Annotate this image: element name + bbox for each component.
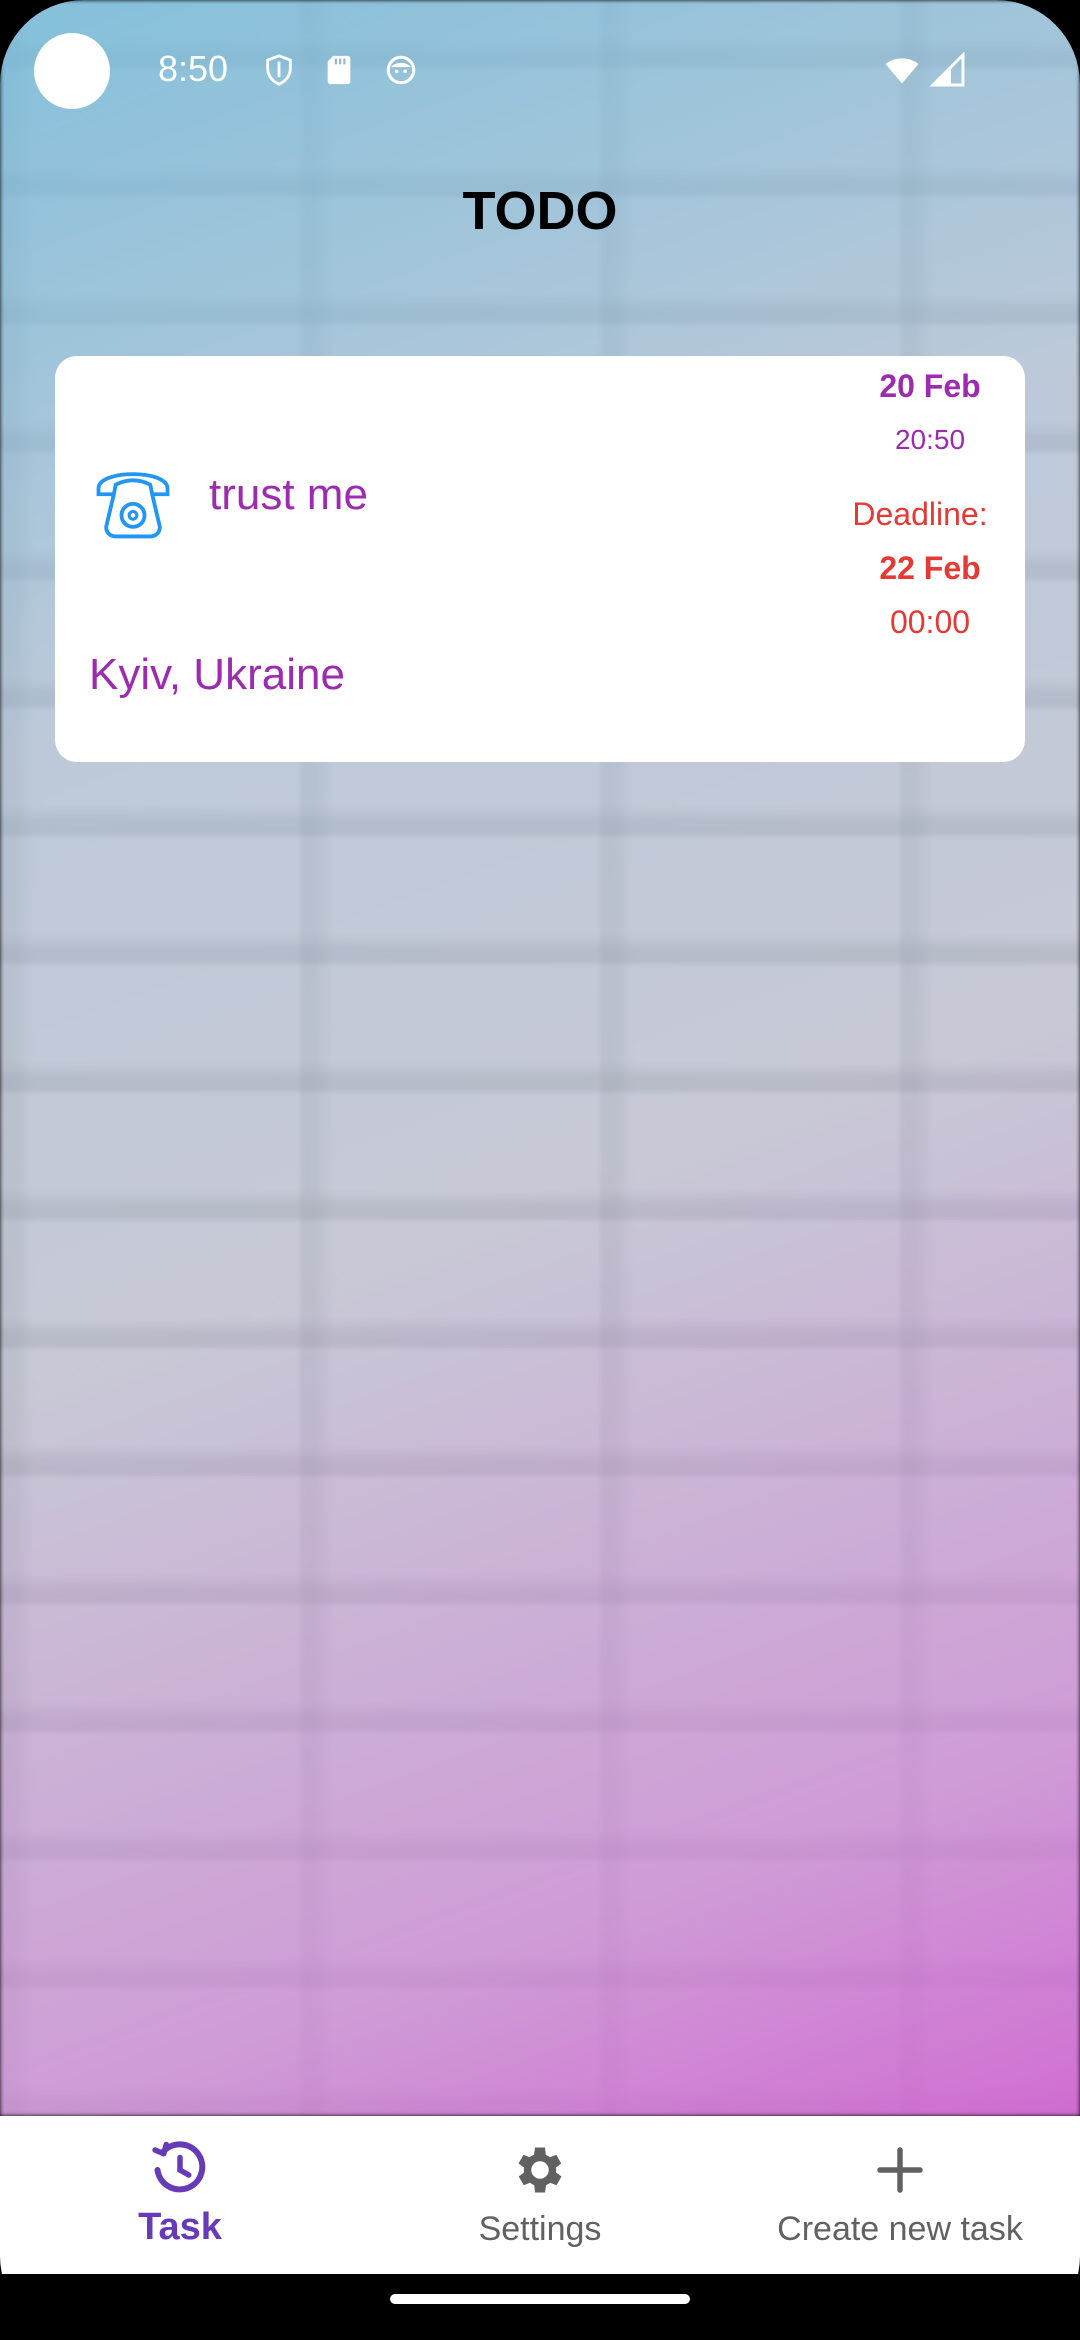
wifi-icon bbox=[885, 58, 919, 84]
gesture-bar bbox=[0, 2274, 1080, 2340]
nav-item-task[interactable]: Task bbox=[0, 2116, 360, 2274]
plus-icon bbox=[877, 2147, 923, 2193]
camera-cutout bbox=[34, 33, 110, 109]
nav-label-settings: Settings bbox=[478, 2210, 602, 2248]
task-name: trust me bbox=[209, 470, 368, 519]
signal-icon bbox=[929, 52, 965, 87]
deadline-date: 22 Feb bbox=[879, 550, 981, 586]
task-clock-icon bbox=[152, 2141, 206, 2193]
telephone-icon bbox=[96, 472, 170, 539]
deadline-label: Deadline: bbox=[852, 496, 988, 532]
home-gesture-handle[interactable] bbox=[390, 2294, 690, 2304]
background-image bbox=[0, 0, 1080, 2116]
face-icon bbox=[386, 55, 416, 85]
sd-card-icon bbox=[327, 55, 351, 85]
status-time: 8:50 bbox=[158, 48, 229, 89]
phone-screen: 8:50 TODO trust me Kyiv, Ukraine 20 Feb … bbox=[0, 0, 1080, 2340]
created-date: 20 Feb bbox=[879, 368, 981, 404]
deadline-time: 00:00 bbox=[889, 604, 971, 640]
created-time: 20:50 bbox=[894, 424, 966, 455]
nav-label-create-task: Create new task bbox=[777, 2210, 1023, 2248]
nav-item-settings[interactable]: Settings bbox=[360, 2116, 720, 2274]
bottom-navigation: Task Settings Create new task bbox=[0, 2116, 1080, 2274]
task-card[interactable]: trust me Kyiv, Ukraine 20 Feb 20:50 Dead… bbox=[55, 356, 1025, 762]
nav-item-create-task[interactable]: Create new task bbox=[720, 2116, 1080, 2274]
nav-label-task: Task bbox=[138, 2206, 222, 2248]
task-location: Kyiv, Ukraine bbox=[89, 650, 345, 699]
page-title: TODO bbox=[462, 181, 618, 241]
shield-icon bbox=[266, 54, 292, 86]
status-bar: 8:50 bbox=[0, 0, 1080, 140]
gear-icon bbox=[518, 2147, 562, 2193]
